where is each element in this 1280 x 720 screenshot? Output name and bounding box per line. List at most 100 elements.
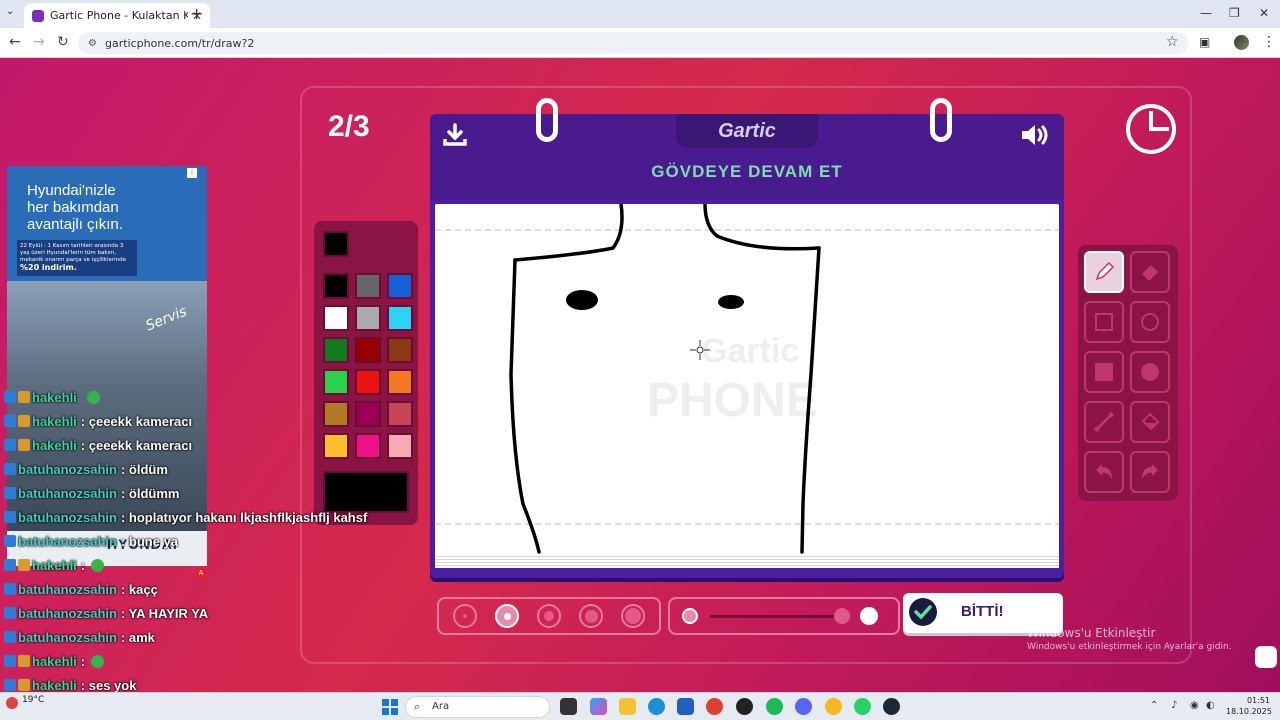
drawing-canvas[interactable]: Gartic PHONE <box>435 204 1059 566</box>
volume-icon[interactable]: ◐ <box>1206 700 1215 711</box>
download-icon[interactable] <box>442 122 468 148</box>
network-icon[interactable]: ◉ <box>1190 700 1199 711</box>
pencil-tool[interactable] <box>1084 251 1124 293</box>
profile-avatar[interactable] <box>1234 35 1249 50</box>
paper-pages-edge <box>435 554 1059 568</box>
prime-badge-icon <box>4 631 16 643</box>
taskbar-search[interactable]: ⌕ Ara <box>405 696 550 718</box>
circle-outline-tool[interactable] <box>1130 301 1170 343</box>
brush-size-dot <box>544 611 554 621</box>
chat-username[interactable]: hakehli <box>32 438 77 453</box>
taskbar-clock[interactable]: 01:51 18.10.2025 <box>1226 695 1272 717</box>
extensions-icon[interactable]: ▣ <box>1199 35 1210 49</box>
brush-size-option[interactable] <box>453 604 477 628</box>
eraser-tool[interactable] <box>1130 251 1170 293</box>
weather-temp[interactable]: 19°C <box>22 695 44 705</box>
tab-list-icon[interactable]: ⌄ <box>6 6 14 17</box>
brush-size-option[interactable] <box>537 604 561 628</box>
obs-icon[interactable] <box>736 698 753 715</box>
fill-bucket-tool[interactable] <box>1130 401 1170 443</box>
task-view-icon[interactable] <box>560 698 577 715</box>
undo-tool[interactable] <box>1084 451 1124 493</box>
prime-badge-icon <box>4 415 16 427</box>
color-swatch[interactable] <box>323 305 349 331</box>
chat-overlay: hakehli hakehli: çeeekk kameracı hakehli: … <box>4 385 424 692</box>
chat-username[interactable]: batuhanozsahin <box>18 510 117 525</box>
clock-time: 01:51 <box>1246 696 1270 705</box>
sound-icon[interactable] <box>1020 122 1052 148</box>
brush-size-option[interactable] <box>621 604 645 628</box>
file-explorer-icon[interactable] <box>619 698 636 715</box>
url-text: garticphone.com/tr/draw?2 <box>104 36 255 50</box>
store-icon[interactable] <box>677 698 694 715</box>
check-icon <box>909 598 937 626</box>
floating-assistant-icon[interactable] <box>1255 646 1277 668</box>
site-info-icon[interactable]: ⚙ <box>88 38 97 49</box>
chat-text: : amk <box>120 629 155 645</box>
chat-username[interactable]: hakehli <box>32 414 77 429</box>
color-swatch[interactable] <box>355 273 381 299</box>
prime-badge-icon <box>4 511 16 523</box>
rect-fill-icon <box>1095 363 1113 381</box>
chrome-active-icon[interactable] <box>825 698 842 715</box>
color-swatch[interactable] <box>387 305 413 331</box>
chat-username[interactable]: batuhanozsahin <box>18 582 117 597</box>
undo-icon <box>1096 464 1112 479</box>
chat-username[interactable]: hakehli <box>32 390 77 405</box>
opacity-slider[interactable] <box>668 597 900 635</box>
copilot-icon[interactable] <box>590 698 607 715</box>
spotify-icon[interactable] <box>766 698 783 715</box>
color-swatch[interactable] <box>387 337 413 363</box>
chat-username[interactable]: batuhanozsahin <box>18 630 117 645</box>
rectangle-outline-tool[interactable] <box>1084 301 1124 343</box>
brush-size-option[interactable] <box>579 604 603 628</box>
redo-tool[interactable] <box>1130 451 1170 493</box>
minimize-icon[interactable]: — <box>1200 6 1212 20</box>
search-placeholder: Ara <box>432 701 450 712</box>
browser-tab[interactable]: Gartic Phone - Kulaktan Kulağa ✕ <box>24 3 210 28</box>
eraser-icon <box>1142 265 1158 281</box>
browser-menu-icon[interactable]: ⋮ <box>1262 34 1276 50</box>
color-swatch[interactable] <box>323 273 349 299</box>
color-swatch[interactable] <box>355 305 381 331</box>
rect-outline-icon <box>1095 313 1113 331</box>
rectangle-fill-tool[interactable] <box>1084 351 1124 393</box>
back-icon[interactable]: ← <box>9 34 21 50</box>
prime-badge-icon <box>4 559 16 571</box>
chat-username[interactable]: hakehli <box>32 558 77 573</box>
brush-size-option[interactable] <box>495 604 519 628</box>
windows-taskbar: 19°C ⌕ Ara ⌃ ♪ ◉ ◐ 01:51 18.10.2025 <box>0 692 1280 720</box>
color-swatch[interactable] <box>387 273 413 299</box>
close-window-icon[interactable]: ✕ <box>1259 6 1269 20</box>
chat-message: hakehli: çeeekk kameracı <box>4 433 424 457</box>
line-tool[interactable] <box>1084 401 1124 443</box>
reload-icon[interactable]: ↻ <box>57 34 69 50</box>
chat-username[interactable]: hakehli <box>32 654 77 669</box>
tray-overflow-icon[interactable]: ⌃ <box>1150 700 1158 711</box>
opacity-min-dot <box>682 608 698 624</box>
chat-username[interactable]: batuhanozsahin <box>18 534 117 549</box>
chat-username[interactable]: batuhanozsahin <box>18 486 117 501</box>
chat-username[interactable]: batuhanozsahin <box>18 606 117 621</box>
microphone-icon[interactable]: ♪ <box>1171 700 1177 711</box>
ad-info-icon[interactable]: i <box>187 168 197 178</box>
edge-icon[interactable] <box>648 698 665 715</box>
chrome-icon[interactable] <box>706 698 723 715</box>
steam-icon[interactable] <box>883 698 900 715</box>
restore-icon[interactable]: ❐ <box>1229 6 1240 20</box>
color-swatch[interactable] <box>323 337 349 363</box>
discord-icon[interactable] <box>795 698 812 715</box>
whatsapp-icon[interactable] <box>854 698 871 715</box>
forward-icon[interactable]: → <box>33 34 45 50</box>
circle-fill-tool[interactable] <box>1130 351 1170 393</box>
prime-badge-icon <box>4 391 16 403</box>
chat-username[interactable]: batuhanozsahin <box>18 462 117 477</box>
chat-username[interactable]: hakehli <box>32 678 77 693</box>
bookmark-star-icon[interactable]: ☆ <box>1166 34 1179 50</box>
url-bar[interactable]: ⚙ garticphone.com/tr/draw?2 <box>78 32 1188 54</box>
line-icon <box>1094 412 1114 432</box>
color-swatch[interactable] <box>355 337 381 363</box>
new-tab-button[interactable]: + <box>190 4 203 23</box>
opacity-handle[interactable] <box>834 608 850 624</box>
windows-start-icon[interactable] <box>382 699 398 715</box>
